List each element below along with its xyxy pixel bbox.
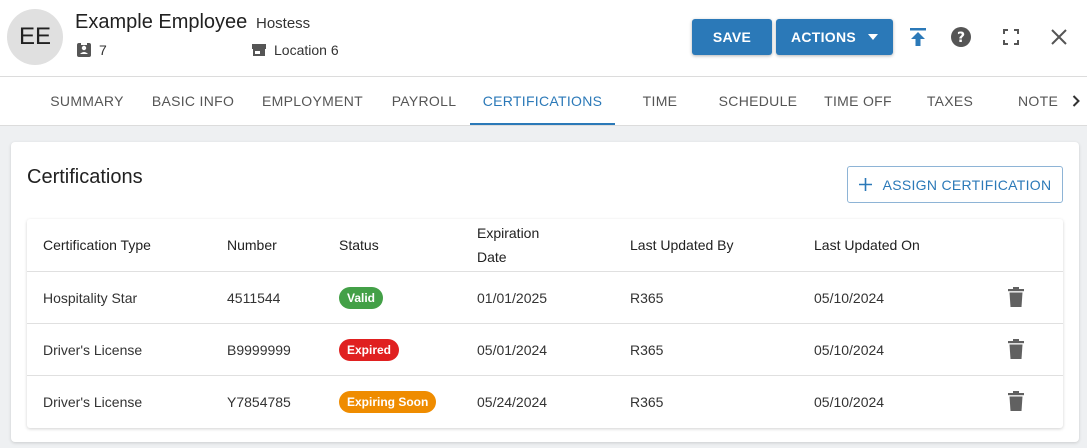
status-badge: Valid: [339, 286, 384, 309]
cell-number: 4511544: [227, 289, 281, 306]
table-row: Driver's License Y7854785 Expiring Soon …: [27, 375, 1063, 427]
column-header-type: Certification Type: [43, 237, 151, 253]
column-header-updated-on: Last Updated On: [814, 237, 920, 253]
column-header-updated-by: Last Updated By: [630, 237, 734, 253]
tab-basic-info[interactable]: BASIC INFO: [144, 77, 242, 125]
plus-icon: [858, 178, 872, 191]
status-badge: Expired: [339, 338, 400, 361]
cell-type: Driver's License: [43, 393, 143, 410]
delete-icon[interactable]: [1008, 391, 1024, 411]
certifications-card: Certifications ASSIGN CERTIFICATION Cert…: [11, 142, 1079, 442]
actions-button[interactable]: ACTIONS: [776, 19, 893, 55]
column-header-expiration: Expiration Date: [477, 219, 539, 271]
table-row: Driver's License B9999999 Expired 05/01/…: [27, 323, 1063, 375]
tab-payroll[interactable]: PAYROLL: [383, 77, 465, 125]
column-header-status: Status: [339, 237, 379, 253]
location-label: Location 6: [274, 42, 339, 58]
fullscreen-icon[interactable]: [998, 24, 1024, 50]
cell-number: Y7854785: [227, 393, 291, 410]
cell-updated-by: R365: [630, 393, 664, 410]
tabs-scroll-right[interactable]: [1064, 77, 1087, 125]
cell-updated-by: R365: [630, 341, 664, 358]
tab-summary[interactable]: SUMMARY: [38, 77, 136, 125]
tab-time-off[interactable]: TIME OFF: [816, 77, 900, 125]
employee-id-meta: 7: [76, 42, 107, 58]
employee-header: EE Example Employee Hostess 7 Location 6…: [0, 0, 1087, 77]
caret-down-icon: [868, 34, 879, 40]
expiration-header-line2: Date: [477, 249, 507, 265]
cell-status: Valid: [339, 272, 384, 323]
delete-icon[interactable]: [1008, 339, 1024, 359]
tab-employment[interactable]: EMPLOYMENT: [255, 77, 370, 125]
tab-schedule[interactable]: SCHEDULE: [712, 77, 804, 125]
assign-certification-button[interactable]: ASSIGN CERTIFICATION: [847, 166, 1063, 203]
cell-type: Hospitality Star: [43, 289, 138, 306]
location-meta: Location 6: [251, 42, 339, 58]
tab-notes[interactable]: NOTE: [1008, 77, 1064, 125]
cell-status: Expiring Soon: [339, 376, 437, 427]
tab-certifications[interactable]: CERTIFICATIONS: [470, 77, 615, 125]
tab-time[interactable]: TIME: [628, 77, 692, 125]
cell-expiration: 05/01/2024: [477, 341, 548, 358]
column-header-number: Number: [227, 237, 277, 253]
close-icon[interactable]: [1046, 24, 1072, 50]
employee-role: Hostess: [256, 15, 311, 32]
help-icon[interactable]: ?: [948, 24, 974, 50]
employee-id: 7: [99, 42, 107, 58]
save-button[interactable]: SAVE: [692, 19, 772, 55]
avatar: EE: [7, 9, 63, 65]
cell-updated-on: 05/10/2024: [814, 341, 885, 358]
delete-icon[interactable]: [1008, 287, 1024, 307]
chevron-right-icon: [1072, 95, 1080, 107]
badge-icon: [77, 43, 91, 57]
cell-number: B9999999: [227, 341, 291, 358]
certifications-table: Certification Type Number Status Expirat…: [27, 219, 1063, 428]
table-row: Hospitality Star 4511544 Valid 01/01/202…: [27, 271, 1063, 323]
cell-type: Driver's License: [43, 341, 143, 358]
assign-certification-label: ASSIGN CERTIFICATION: [882, 176, 1052, 193]
tab-bar: SUMMARY BASIC INFO EMPLOYMENT PAYROLL CE…: [0, 77, 1087, 126]
cell-updated-by: R365: [630, 289, 664, 306]
active-tab-indicator: [470, 123, 615, 125]
cell-status: Expired: [339, 324, 400, 375]
tab-taxes[interactable]: TAXES: [917, 77, 983, 125]
employee-name: Example Employee: [75, 11, 248, 33]
cell-updated-on: 05/10/2024: [814, 289, 885, 306]
cell-expiration: 05/24/2024: [477, 393, 548, 410]
status-badge: Expiring Soon: [339, 390, 437, 413]
store-icon: [252, 44, 266, 56]
expiration-header-line1: Expiration: [477, 225, 540, 241]
cell-expiration: 01/01/2025: [477, 289, 548, 306]
actions-label: ACTIONS: [790, 29, 857, 45]
svg-text:?: ?: [957, 30, 965, 46]
upload-icon[interactable]: [905, 24, 931, 50]
cell-updated-on: 05/10/2024: [814, 393, 885, 410]
card-title: Certifications: [27, 166, 143, 188]
